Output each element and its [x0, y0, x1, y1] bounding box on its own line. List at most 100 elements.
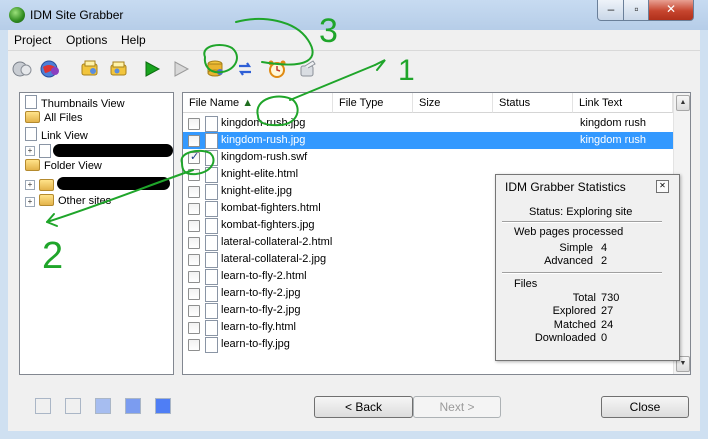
- explored-label: Explored: [552, 305, 596, 317]
- menu-help[interactable]: Help: [121, 33, 146, 47]
- stop-icon[interactable]: [170, 58, 192, 80]
- site-page-icon: [39, 144, 51, 158]
- color-swatch[interactable]: [95, 398, 111, 414]
- column-header-size[interactable]: Size: [413, 93, 493, 113]
- column-header-link-text[interactable]: Link Text: [573, 93, 673, 113]
- file-name: kombat-fighters.jpg: [221, 219, 315, 231]
- start-icon[interactable]: [141, 58, 163, 80]
- tree-item-all-files[interactable]: All Files: [25, 111, 83, 127]
- simple-label: Simple: [559, 242, 593, 254]
- toolbar: [8, 51, 700, 87]
- refresh-icon[interactable]: [234, 58, 256, 80]
- divider: [502, 221, 662, 223]
- color-swatch[interactable]: [35, 398, 51, 414]
- tree-item-label: All Files: [44, 112, 83, 124]
- sort-arrow-icon: ▲: [242, 97, 254, 109]
- window-title: IDM Site Grabber: [30, 8, 124, 22]
- grabber-statistics-panel: IDM Grabber Statistics ✕ Status: Explori…: [495, 174, 680, 361]
- tree-item-other-sites[interactable]: Other sites: [39, 194, 111, 210]
- statistics-title: IDM Grabber Statistics: [505, 180, 626, 194]
- statistics-close-icon[interactable]: ✕: [656, 180, 669, 193]
- row-checkbox[interactable]: [188, 339, 200, 351]
- tree-item-link-view[interactable]: Link View: [25, 127, 88, 143]
- alarm-clock-icon[interactable]: [266, 58, 288, 80]
- table-row[interactable]: kingdom-rush.swf: [183, 149, 673, 166]
- column-header-file-name[interactable]: File Name ▲: [183, 93, 333, 113]
- row-checkbox[interactable]: [188, 186, 200, 198]
- file-icon: [205, 167, 218, 183]
- tree-item-folder-view[interactable]: Folder View: [25, 159, 102, 175]
- table-row[interactable]: kingdom-rush.jpg kingdom rush: [183, 132, 673, 149]
- link-view-icon: [25, 127, 37, 141]
- column-header-file-type[interactable]: File Type: [333, 93, 413, 113]
- matched-label: Matched: [553, 319, 596, 331]
- row-checkbox[interactable]: [188, 220, 200, 232]
- file-icon: [205, 269, 218, 285]
- settings-icon[interactable]: [297, 58, 319, 80]
- advanced-label: Advanced: [544, 255, 593, 267]
- tree-item-thumbnails-view[interactable]: Thumbnails View: [25, 95, 125, 111]
- file-icon: [205, 252, 218, 268]
- column-header-status[interactable]: Status: [493, 93, 573, 113]
- menu-options[interactable]: Options: [66, 33, 107, 47]
- eye-icon: [25, 95, 37, 109]
- globe-icon[interactable]: [11, 58, 33, 80]
- minimize-button[interactable]: –: [597, 0, 625, 21]
- scroll-up-button[interactable]: ▲: [676, 95, 690, 111]
- matched-value: 24: [601, 319, 614, 331]
- files-heading: Files: [514, 278, 538, 290]
- table-row[interactable]: kingdom-rush.jpg kingdom rush: [183, 115, 673, 132]
- file-name: learn-to-fly-2.html: [221, 270, 307, 282]
- grab-folder-icon[interactable]: [108, 58, 130, 80]
- tree-item-label: Folder View: [44, 160, 102, 172]
- folder-icon: [25, 159, 40, 171]
- file-name: learn-to-fly.html: [221, 321, 296, 333]
- color-swatch[interactable]: [155, 398, 171, 414]
- row-checkbox[interactable]: [188, 237, 200, 249]
- tree-item-label: Thumbnails View: [41, 98, 125, 110]
- expand-toggle[interactable]: +: [25, 197, 35, 207]
- menu-project[interactable]: Project: [14, 33, 51, 47]
- file-icon: [205, 286, 218, 302]
- row-checkbox[interactable]: [188, 203, 200, 215]
- grab-files-icon[interactable]: [79, 58, 101, 80]
- row-checkbox[interactable]: [188, 254, 200, 266]
- file-name: kingdom-rush.jpg: [221, 117, 306, 129]
- file-name: kombat-fighters.html: [221, 202, 321, 214]
- site-globe-icon[interactable]: [39, 58, 61, 80]
- close-button[interactable]: Close: [601, 396, 689, 418]
- back-button[interactable]: < Back: [314, 396, 413, 418]
- file-icon: [205, 116, 218, 132]
- row-checkbox[interactable]: [188, 305, 200, 317]
- idm-app-icon: [9, 7, 25, 23]
- file-name: learn-to-fly-2.jpg: [221, 304, 301, 316]
- divider: [502, 272, 662, 274]
- row-checkbox[interactable]: [188, 322, 200, 334]
- expand-toggle[interactable]: +: [25, 146, 35, 156]
- row-checkbox[interactable]: [188, 150, 200, 164]
- tree-item-label: Link View: [41, 130, 88, 142]
- statistics-status: Status: Exploring site: [529, 206, 633, 218]
- folder-icon: [39, 179, 54, 191]
- maximize-button[interactable]: ▫: [623, 0, 650, 21]
- total-value: 730: [601, 292, 620, 304]
- row-checkbox[interactable]: [188, 288, 200, 300]
- color-swatch[interactable]: [65, 398, 81, 414]
- close-window-button[interactable]: ✕: [648, 0, 694, 21]
- file-icon: [205, 320, 218, 336]
- file-icon: [205, 133, 218, 149]
- row-checkbox[interactable]: [188, 169, 200, 181]
- web-pages-heading: Web pages processed: [514, 226, 624, 238]
- file-name: kingdom-rush.jpg: [221, 134, 306, 146]
- folder-icon: [25, 111, 40, 123]
- explored-value: 27: [601, 305, 614, 317]
- row-checkbox[interactable]: [188, 118, 200, 130]
- database-icon[interactable]: [205, 58, 227, 80]
- next-button[interactable]: Next >: [413, 396, 501, 418]
- row-checkbox[interactable]: [188, 135, 200, 147]
- file-icon: [205, 235, 218, 251]
- color-swatch[interactable]: [125, 398, 141, 414]
- expand-toggle[interactable]: +: [25, 180, 35, 190]
- row-checkbox[interactable]: [188, 271, 200, 283]
- title-bar: IDM Site Grabber – ▫ ✕: [0, 0, 708, 30]
